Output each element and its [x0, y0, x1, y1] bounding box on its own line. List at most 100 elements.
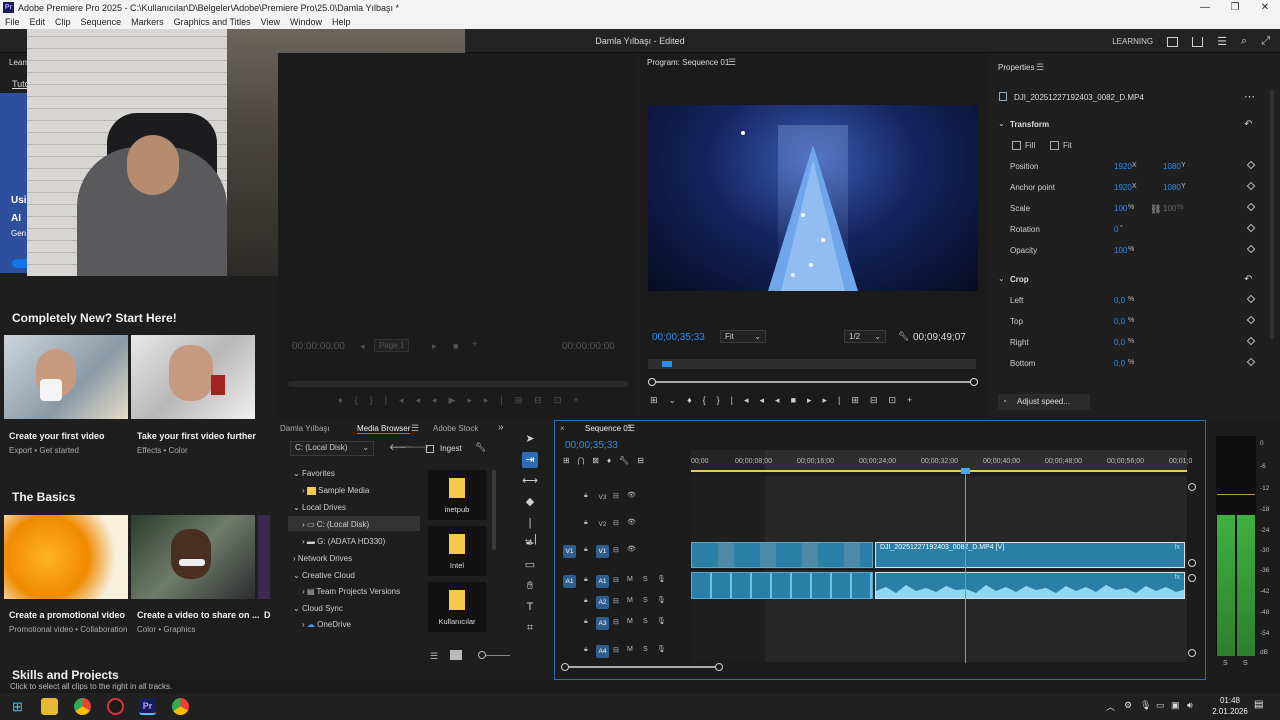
properties-scrollbar[interactable]: [1270, 89, 1274, 339]
type-tool-icon[interactable]: T: [522, 599, 538, 615]
track-name[interactable]: V2: [596, 518, 609, 531]
keyframe-icon[interactable]: [1246, 181, 1256, 191]
menu-view[interactable]: View: [261, 17, 280, 27]
fit-button[interactable]: Fit: [1063, 141, 1072, 150]
microphone-icon[interactable]: 🎙︎: [657, 596, 666, 604]
sync-lock-icon[interactable]: ⊟: [613, 519, 619, 527]
sync-lock-icon[interactable]: ⊟: [613, 492, 619, 500]
source-timecode-in[interactable]: 00:00:00:00: [292, 341, 345, 352]
adjust-speed-button[interactable]: ◔ Adjust speed...: [998, 394, 1090, 410]
track-name[interactable]: A1: [596, 575, 609, 588]
card-title[interactable]: Create a promotional video: [9, 610, 125, 620]
tray-volume-icon[interactable]: 🔊︎: [1187, 700, 1193, 711]
more-tabs-icon[interactable]: »: [498, 422, 504, 433]
minimize-button[interactable]: —: [1190, 0, 1220, 15]
add-icon[interactable]: +: [472, 339, 478, 350]
sync-lock-icon[interactable]: ⊟: [613, 618, 619, 626]
scale-value[interactable]: 100: [1114, 204, 1127, 213]
lock-icon[interactable]: 🔒︎: [584, 576, 588, 584]
mute-button[interactable]: M: [627, 618, 633, 625]
ripple-edit-tool-icon[interactable]: ⟷: [522, 473, 538, 489]
microphone-icon[interactable]: 🎙︎: [657, 645, 666, 653]
menu-edit[interactable]: Edit: [30, 17, 46, 27]
microphone-icon[interactable]: 🎙︎: [657, 575, 666, 583]
fullscreen-icon[interactable]: ⤢: [1261, 35, 1270, 48]
tree-item-team-projects[interactable]: › ▤ Team Projects Versions: [302, 587, 400, 596]
menu-clip[interactable]: Clip: [55, 17, 71, 27]
media-menu-icon[interactable]: ☰: [411, 423, 419, 434]
anchor-x-value[interactable]: 1920: [1114, 183, 1132, 192]
keyframe-icon[interactable]: [1246, 160, 1256, 170]
list-view-icon[interactable]: ☰: [430, 651, 438, 662]
program-time-ruler[interactable]: [648, 359, 976, 369]
premiere-taskbar-icon[interactable]: Pr: [139, 698, 156, 715]
audio-clip-selected[interactable]: fx: [875, 572, 1185, 599]
menu-markers[interactable]: Markers: [131, 17, 164, 27]
vertical-zoom-handle-mid[interactable]: [1188, 559, 1196, 567]
crop-top-value[interactable]: 0,0: [1114, 317, 1125, 326]
card-title[interactable]: Create a video to share on ...: [137, 610, 260, 620]
crop-right-value[interactable]: 0,0: [1114, 338, 1125, 347]
menu-lines-icon[interactable]: ☰: [1217, 35, 1227, 48]
close-icon[interactable]: ×: [560, 424, 565, 433]
position-y-value[interactable]: 1080: [1163, 162, 1181, 171]
timeline-timecode[interactable]: 00;00;35;33: [565, 440, 618, 451]
lock-icon[interactable]: 🔒︎: [584, 546, 588, 554]
mute-button[interactable]: M: [627, 597, 633, 604]
folder-tile-intel[interactable]: Intel: [428, 526, 486, 576]
solo-right-button[interactable]: S: [1243, 660, 1248, 667]
solo-button[interactable]: S: [643, 576, 648, 583]
workspace-label[interactable]: LEARNING: [1112, 37, 1153, 46]
track-area[interactable]: [691, 476, 1187, 662]
lock-icon[interactable]: 🔒︎: [584, 519, 588, 527]
opacity-value[interactable]: 100: [1114, 246, 1127, 255]
solo-button[interactable]: S: [643, 618, 648, 625]
lock-icon[interactable]: 🔒︎: [584, 492, 588, 500]
lock-icon[interactable]: 🔒︎: [584, 618, 588, 626]
taskbar-date[interactable]: 2.01.2026: [1206, 707, 1254, 716]
anchor-y-value[interactable]: 1080: [1163, 183, 1181, 192]
menu-graphics-and-titles[interactable]: Graphics and Titles: [174, 17, 251, 27]
sync-lock-icon[interactable]: ⊟: [613, 646, 619, 654]
zoom-handle-left[interactable]: [648, 378, 656, 386]
keyframe-icon[interactable]: [1246, 202, 1256, 212]
keyframe-icon[interactable]: [1246, 294, 1256, 304]
razor-tool-icon[interactable]: ◆: [522, 494, 538, 510]
video-clip-thumbnails[interactable]: [691, 542, 873, 568]
keyframe-icon[interactable]: [1246, 357, 1256, 367]
menu-help[interactable]: Help: [332, 17, 351, 27]
fill-icon[interactable]: [1012, 141, 1021, 150]
zoom-fit-dropdown[interactable]: Fit ⌄: [720, 330, 766, 343]
rectangle-tool-icon[interactable]: ▭: [522, 557, 538, 573]
eye-icon[interactable]: 👁︎: [627, 518, 636, 526]
keyframe-icon[interactable]: [1246, 223, 1256, 233]
vertical-zoom-handle-top[interactable]: [1188, 483, 1196, 491]
captions-tool-icon[interactable]: ⌗: [522, 620, 538, 636]
wrench-icon[interactable]: 🔧︎: [475, 442, 486, 453]
chevron-down-icon[interactable]: ⌄: [998, 119, 1005, 128]
properties-menu-icon[interactable]: ☰: [1036, 62, 1044, 73]
prev-page-icon[interactable]: ◂: [360, 341, 365, 352]
tree-item-onedrive[interactable]: › ☁ OneDrive: [302, 620, 351, 629]
stop-icon[interactable]: ■: [453, 341, 458, 351]
program-transport-controls[interactable]: ⊞⌄♦{}|◂◂◂■▸▸|⊞⊟⊡+: [650, 395, 923, 406]
source-patch-v1[interactable]: V1: [563, 545, 576, 558]
tree-item-c-drive[interactable]: › ▭ C: (Local Disk): [302, 520, 369, 529]
zoom-slider-handle[interactable]: [478, 651, 486, 659]
vertical-zoom-handle-bottom[interactable]: [1188, 649, 1196, 657]
page-dropdown[interactable]: Page 1: [374, 339, 410, 352]
position-x-value[interactable]: 1920: [1114, 162, 1132, 171]
wrench-icon[interactable]: 🔧︎: [898, 331, 909, 342]
more-options-icon[interactable]: ⋯: [1244, 90, 1255, 103]
close-button[interactable]: ✕: [1250, 0, 1280, 15]
sync-lock-icon[interactable]: ⊟: [613, 546, 619, 554]
sync-lock-icon[interactable]: ⊟: [613, 576, 619, 584]
tree-group-network[interactable]: › Network Drives: [293, 554, 352, 563]
zoom-handle-right[interactable]: [970, 378, 978, 386]
mute-button[interactable]: M: [627, 576, 633, 583]
card-thumbnail-first-video[interactable]: [4, 335, 128, 419]
track-name[interactable]: A2: [596, 596, 609, 609]
microphone-icon[interactable]: 🎙︎: [657, 617, 666, 625]
solo-button[interactable]: S: [643, 597, 648, 604]
reset-transform-icon[interactable]: ↶: [1244, 119, 1252, 130]
